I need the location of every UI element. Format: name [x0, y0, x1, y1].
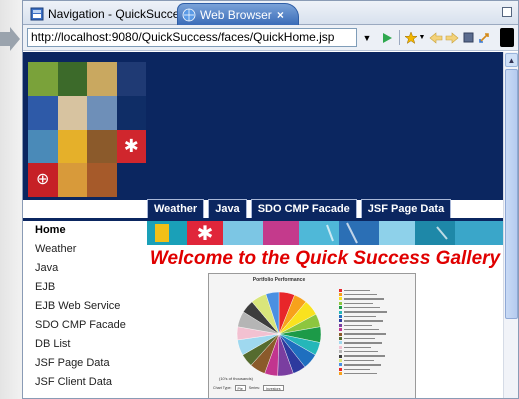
- legend-swatch: [339, 354, 342, 358]
- legend-swatch: [339, 293, 342, 297]
- legend-text-placeholder: [344, 289, 370, 291]
- gutter-arrow-icon: [0, 27, 20, 51]
- nav-tab-sdo-cmp-facade[interactable]: SDO CMP Facade: [250, 199, 357, 218]
- legend-text-placeholder: [344, 346, 371, 348]
- legend-swatch: [339, 306, 342, 310]
- bookmark-dropdown-icon[interactable]: ▼: [418, 29, 426, 46]
- nav-tab-weather[interactable]: Weather: [147, 199, 205, 218]
- web-page: ✱ ⊕ Weather Java SDO CMP Facade JSF Page…: [23, 52, 503, 398]
- chart-type-select[interactable]: Pie: [234, 385, 246, 391]
- tab-label: Web Browser: [200, 7, 272, 22]
- legend-text-placeholder: [344, 350, 378, 353]
- back-icon[interactable]: [428, 29, 444, 46]
- legend-text-placeholder: [344, 315, 376, 318]
- url-dropdown-icon[interactable]: ▼: [359, 28, 375, 47]
- legend-swatch: [339, 332, 342, 336]
- left-nav-item-weather[interactable]: Weather: [23, 240, 147, 259]
- legend-swatch: [339, 301, 342, 305]
- legend-swatch: [339, 358, 342, 362]
- legend-text-placeholder: [344, 302, 373, 305]
- left-nav: Home Weather Java EJB EJB Web Service SD…: [23, 221, 147, 398]
- legend-swatch: [339, 336, 342, 340]
- legend-swatch: [339, 345, 342, 349]
- close-icon[interactable]: ×: [277, 8, 284, 22]
- toolbar-separator: [399, 30, 400, 45]
- globe-icon: [182, 8, 196, 21]
- go-icon[interactable]: [379, 29, 395, 46]
- legend-swatch: [339, 319, 342, 323]
- welcome-heading: Welcome to the Quick Success Gallery: [149, 248, 501, 269]
- stop-icon[interactable]: [460, 29, 476, 46]
- tab-bar: Navigation - QuickSuccess Web Browser ×: [23, 1, 518, 25]
- left-nav-item-jsf-client-data[interactable]: JSF Client Data: [23, 373, 147, 392]
- bookmark-icon[interactable]: [403, 29, 419, 46]
- legend-swatch: [339, 341, 342, 345]
- chart-footer-label: (10's of thousands): [219, 376, 253, 381]
- forward-icon[interactable]: [444, 29, 460, 46]
- left-gutter: [0, 0, 22, 399]
- legend-text-placeholder: [344, 333, 386, 335]
- pie-chart: [236, 291, 322, 377]
- legend-swatch: [339, 310, 342, 314]
- legend-text-placeholder: [344, 293, 377, 296]
- left-nav-item-jsf-page-data[interactable]: JSF Page Data: [23, 354, 147, 373]
- series-select[interactable]: Investors: [262, 385, 284, 391]
- left-nav-item-ejb[interactable]: EJB: [23, 278, 147, 297]
- chart-legend: [339, 288, 413, 376]
- left-nav-item-sdo-cmp-facade[interactable]: SDO CMP Facade: [23, 316, 147, 335]
- legend-swatch: [339, 367, 342, 371]
- tab-label: Navigation - QuickSuccess: [48, 7, 192, 21]
- refresh-icon[interactable]: [476, 29, 492, 46]
- left-nav-item-db-list[interactable]: DB List: [23, 335, 147, 354]
- legend-text-placeholder: [344, 337, 375, 340]
- legend-swatch: [339, 328, 342, 332]
- portfolio-chart-panel: Portfolio Performance (10's of thousands…: [208, 273, 416, 398]
- legend-swatch: [339, 372, 342, 376]
- page-banner: ✱ ⊕: [23, 52, 503, 200]
- vertical-scrollbar[interactable]: ▲: [503, 52, 518, 398]
- legend-text-placeholder: [344, 342, 382, 344]
- url-input[interactable]: http://localhost:9080/QuickSuccess/faces…: [27, 28, 357, 47]
- left-nav-item-java[interactable]: Java: [23, 259, 147, 278]
- legend-text-placeholder: [344, 372, 377, 375]
- tab-web-browser[interactable]: Web Browser ×: [177, 3, 299, 25]
- legend-swatch: [339, 350, 342, 354]
- series-label: Series:: [248, 386, 260, 390]
- browser-window: Navigation - QuickSuccess Web Browser × …: [22, 0, 519, 399]
- top-nav: Weather Java SDO CMP Facade JSF Page Dat…: [147, 199, 455, 218]
- chart-controls: Chart Type: Pie Series: Investors: [213, 385, 287, 391]
- nav-tab-java[interactable]: Java: [208, 199, 247, 218]
- legend-text-placeholder: [344, 368, 370, 370]
- left-nav-item-home[interactable]: Home: [23, 221, 147, 240]
- page-icon: [30, 7, 44, 21]
- legend-swatch: [339, 297, 342, 301]
- legend-text-placeholder: [344, 320, 383, 322]
- legend-text-placeholder: [344, 311, 387, 313]
- legend-text-placeholder: [344, 359, 374, 362]
- legend-text-placeholder: [344, 298, 384, 300]
- legend-text-placeholder: [344, 324, 372, 327]
- legend-swatch: [339, 323, 342, 327]
- address-bar: http://localhost:9080/QuickSuccess/faces…: [23, 25, 518, 51]
- legend-swatch: [339, 315, 342, 319]
- scrollbar-thumb[interactable]: [505, 69, 518, 319]
- legend-swatch: [339, 288, 342, 292]
- legend-text-placeholder: [344, 364, 381, 366]
- header-image-strip: ✱: [147, 221, 503, 245]
- legend-entry: [339, 371, 413, 376]
- svg-text:✱: ✱: [197, 223, 214, 245]
- toolbar-end-button[interactable]: [500, 28, 514, 47]
- scroll-up-icon[interactable]: ▲: [505, 53, 518, 67]
- legend-text-placeholder: [344, 307, 380, 309]
- legend-text-placeholder: [344, 329, 379, 331]
- nav-tab-jsf-page-data[interactable]: JSF Page Data: [360, 199, 452, 218]
- legend-text-placeholder: [344, 355, 385, 357]
- maximize-icon[interactable]: [502, 7, 512, 17]
- legend-swatch: [339, 363, 342, 367]
- tab-navigation[interactable]: Navigation - QuickSuccess: [26, 3, 191, 25]
- left-nav-item-ejb-web-service[interactable]: EJB Web Service: [23, 297, 147, 316]
- banner-mosaic-image: ✱ ⊕: [28, 62, 146, 197]
- chart-type-label: Chart Type:: [213, 386, 232, 390]
